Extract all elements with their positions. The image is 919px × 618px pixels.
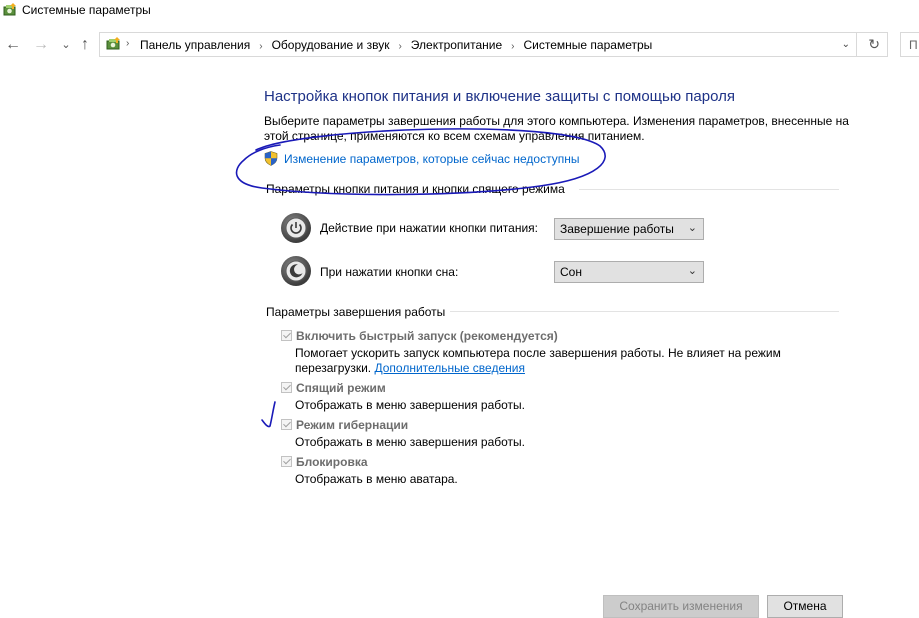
breadcrumb: Панель управления › Оборудование и звук › Эл… [140,38,652,52]
section-divider [450,311,839,312]
page-title: Настройка кнопок питания и включение защ… [264,88,735,105]
fast-startup-label: Включить быстрый запуск (рекомендуется) [296,329,558,343]
breadcrumb-system-settings[interactable]: Системные параметры [524,38,653,52]
refresh-icon[interactable]: ↻ [868,36,880,53]
power-buttons-section-header: Параметры кнопки питания и кнопки спящег… [266,182,565,196]
breadcrumb-separator-icon[interactable]: › [259,41,262,52]
breadcrumb-separator-icon[interactable]: › [398,41,401,52]
address-bar[interactable]: › Панель управления › Оборудование и звук ›… [99,32,888,57]
page-description: Выберите параметры завершения работы для… [264,114,849,143]
navigation-bar: ← → ⌄ ↑ › Панель управления › Оборудование… [0,28,919,62]
power-button-action-select[interactable]: Завершение работы ⌄ [554,218,704,240]
breadcrumb-separator-icon[interactable]: › [511,41,514,52]
breadcrumb-root-separator-icon[interactable]: › [126,38,129,49]
recent-locations-chevron-icon[interactable]: ⌄ [56,36,76,56]
breadcrumb-power-options[interactable]: Электропитание [411,38,502,52]
hibernate-description: Отображать в меню завершения работы. [295,435,526,449]
lock-label: Блокировка [296,455,368,469]
lock-description: Отображать в меню аватара. [295,472,458,486]
main-content: Настройка кнопок питания и включение защ… [0,62,919,618]
sleep-button-action-select[interactable]: Сон ⌄ [554,261,704,283]
power-button-action-value: Завершение работы [560,222,674,236]
control-panel-icon [104,36,122,55]
window-title: Системные параметры [22,3,151,17]
breadcrumb-hardware-sound[interactable]: Оборудование и звук [272,38,390,52]
section-divider [579,189,839,190]
sleep-description: Отображать в меню завершения работы. [295,398,526,412]
shutdown-settings-section-header: Параметры завершения работы [266,305,446,319]
lock-checkbox[interactable] [281,456,292,467]
sleep-label: Спящий режим [296,381,386,395]
sleep-checkbox[interactable] [281,382,292,393]
uac-link-text[interactable]: Изменение параметров, которые сейчас нед… [284,152,580,166]
forward-arrow-icon[interactable]: → [31,36,51,56]
sleep-icon [281,256,311,286]
sleep-button-action-label: При нажатии кнопки сна: [320,265,459,279]
fast-startup-description-text: Помогает ускорить запуск компьютера посл… [295,346,781,375]
hibernate-label: Режим гибернации [296,418,409,432]
fast-startup-description: Помогает ускорить запуск компьютера посл… [295,346,815,376]
uac-shield-icon [264,151,278,169]
chevron-down-icon: ⌄ [687,222,697,234]
power-button-action-label: Действие при нажатии кнопки питания: [320,221,539,235]
address-divider [856,33,857,56]
breadcrumb-control-panel[interactable]: Панель управления [140,38,250,52]
hibernate-checkbox[interactable] [281,419,292,430]
address-history-dropdown-icon[interactable]: ⌄ [842,39,850,50]
up-arrow-icon[interactable]: ↑ [75,36,95,56]
chevron-down-icon: ⌄ [687,265,697,277]
more-info-link[interactable]: Дополнительные сведения [374,361,524,375]
fast-startup-checkbox[interactable] [281,330,292,341]
search-input[interactable]: П [900,32,919,57]
change-unavailable-settings-link[interactable]: Изменение параметров, которые сейчас нед… [264,151,580,169]
power-options-app-icon [2,2,18,21]
power-icon [281,213,311,243]
search-placeholder: П [909,38,918,52]
title-bar: Системные параметры [0,0,919,24]
sleep-button-action-value: Сон [560,265,582,279]
back-arrow-icon[interactable]: ← [3,36,23,56]
